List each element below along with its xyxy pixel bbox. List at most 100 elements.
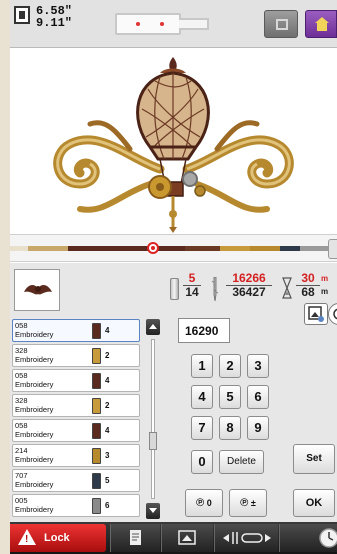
thread-swatch bbox=[92, 373, 101, 389]
preview-button[interactable] bbox=[264, 10, 298, 38]
color-sequence-bar[interactable] bbox=[10, 234, 337, 262]
key-6[interactable]: 6 bbox=[247, 385, 269, 409]
key-7[interactable]: 7 bbox=[191, 416, 213, 440]
thread-needle-number: 5 bbox=[105, 476, 110, 485]
frame-move-button[interactable] bbox=[214, 524, 278, 552]
thread-label: 058 Embroidery bbox=[15, 321, 54, 339]
warning-mark: ! bbox=[25, 534, 29, 545]
scroll-thumb[interactable] bbox=[149, 432, 157, 450]
set-button[interactable]: Set bbox=[293, 444, 335, 474]
key-0[interactable]: 0 bbox=[191, 450, 213, 474]
scroll-down-button[interactable] bbox=[146, 503, 160, 519]
machine-screen: 6.58" 9.11" 5 14 16266 36427 30 68 m m 0… bbox=[10, 0, 337, 554]
needle-plusminus-icon: ℗ bbox=[240, 497, 249, 509]
needle-icon bbox=[211, 277, 219, 301]
thread-swatch bbox=[92, 498, 101, 514]
key-1[interactable]: 1 bbox=[191, 354, 213, 378]
lock-button[interactable]: ! Lock bbox=[10, 524, 106, 552]
thread-label: 328 Embroidery bbox=[15, 396, 54, 414]
sequence-segment bbox=[220, 246, 250, 251]
lock-label: Lock bbox=[44, 532, 70, 544]
thread-label: 707 Embroidery bbox=[15, 471, 54, 489]
image-view-button[interactable] bbox=[304, 303, 328, 325]
scroll-track[interactable] bbox=[151, 339, 155, 499]
image-key-button[interactable] bbox=[161, 524, 213, 552]
zoom-button[interactable] bbox=[328, 303, 337, 325]
thread-needle-number: 2 bbox=[105, 401, 110, 410]
delete-button[interactable]: Delete bbox=[219, 450, 264, 474]
sewing-panel: 5 14 16266 36427 30 68 m m 058 Embroider… bbox=[10, 263, 337, 522]
image-view-icon bbox=[308, 306, 324, 322]
stitches-total: 36427 bbox=[232, 285, 266, 299]
image-key-icon bbox=[178, 530, 196, 545]
thread-needle-number: 2 bbox=[105, 351, 110, 360]
thread-spool-icon bbox=[170, 278, 179, 300]
needle-minus-icon: ℗ bbox=[196, 497, 205, 509]
key-5[interactable]: 5 bbox=[219, 385, 241, 409]
home-icon bbox=[315, 17, 329, 31]
needle-back-button[interactable]: ℗ 0 bbox=[185, 489, 223, 517]
thread-label: 214 Embroidery bbox=[15, 446, 54, 464]
thread-label: 058 Embroidery bbox=[15, 421, 54, 439]
clock-button[interactable] bbox=[279, 524, 337, 552]
thread-row[interactable]: 058 Embroidery 4 bbox=[12, 369, 140, 392]
scroll-up-button[interactable] bbox=[146, 319, 160, 335]
thread-needle-number: 4 bbox=[105, 376, 110, 385]
thread-swatch bbox=[92, 448, 101, 464]
ok-button[interactable]: OK bbox=[293, 489, 335, 517]
hoop-arm bbox=[179, 18, 209, 30]
needle-adjust-button[interactable]: ℗ ± bbox=[229, 489, 267, 517]
sequence-segment bbox=[280, 246, 300, 251]
thread-swatch bbox=[92, 473, 101, 489]
thread-swatch bbox=[92, 323, 101, 339]
thread-needle-number: 3 bbox=[105, 451, 110, 460]
thread-row[interactable]: 058 Embroidery 4 bbox=[12, 419, 140, 442]
key-2[interactable]: 2 bbox=[219, 354, 241, 378]
clock-icon bbox=[319, 528, 337, 548]
key-8[interactable]: 8 bbox=[219, 416, 241, 440]
thread-row[interactable]: 005 Embroidery 6 bbox=[12, 494, 140, 517]
key-9[interactable]: 9 bbox=[247, 416, 269, 440]
thread-swatch bbox=[92, 398, 101, 414]
current-color-thumbnail bbox=[14, 269, 60, 311]
hoop-marker-right bbox=[160, 22, 164, 26]
time-unit: m m bbox=[321, 272, 328, 298]
design-size-icon bbox=[14, 6, 30, 24]
stitches-done: 16266 bbox=[226, 272, 272, 286]
embroidery-frame-icon bbox=[115, 13, 210, 35]
thread-row[interactable]: 707 Embroidery 5 bbox=[12, 469, 140, 492]
hot-air-balloon-design bbox=[53, 57, 294, 233]
current-color-number: 5 bbox=[183, 272, 201, 286]
thread-color-list: 058 Embroidery 4 328 Embroidery 2 058 Embro… bbox=[12, 317, 160, 521]
document-icon bbox=[130, 530, 141, 545]
thumbnail-motif bbox=[24, 285, 52, 295]
needle-back-label: 0 bbox=[206, 498, 212, 508]
preview-icon bbox=[276, 19, 288, 30]
zoom-icon bbox=[333, 308, 337, 320]
sequence-cursor[interactable] bbox=[147, 242, 159, 254]
thread-list-scrollbar[interactable] bbox=[146, 317, 160, 521]
home-button[interactable] bbox=[305, 10, 337, 38]
thread-row[interactable]: 058 Embroidery 4 bbox=[12, 319, 140, 342]
thread-label: 058 Embroidery bbox=[15, 371, 54, 389]
sequence-segment bbox=[300, 246, 328, 251]
time-counter: 30 68 bbox=[296, 272, 320, 299]
key-3[interactable]: 3 bbox=[247, 354, 269, 378]
hourglass-icon bbox=[282, 277, 292, 299]
sequence-segment bbox=[28, 246, 68, 251]
thread-row[interactable]: 328 Embroidery 2 bbox=[12, 344, 140, 367]
frame-move-icon bbox=[223, 532, 271, 544]
time-unit-top: m bbox=[321, 274, 329, 283]
thread-row[interactable]: 214 Embroidery 3 bbox=[12, 444, 140, 467]
strip-end-button[interactable] bbox=[328, 239, 337, 259]
design-preview bbox=[10, 49, 337, 234]
thread-swatch bbox=[92, 348, 101, 364]
stitch-number-field[interactable]: 16290 bbox=[178, 318, 230, 343]
thread-row[interactable]: 328 Embroidery 2 bbox=[12, 394, 140, 417]
document-button[interactable] bbox=[110, 524, 160, 552]
time-total: 68 bbox=[301, 285, 315, 299]
hoop-frame bbox=[115, 13, 181, 35]
time-unit-bottom: m bbox=[321, 287, 329, 296]
key-4[interactable]: 4 bbox=[191, 385, 213, 409]
time-done: 30 bbox=[296, 272, 320, 286]
